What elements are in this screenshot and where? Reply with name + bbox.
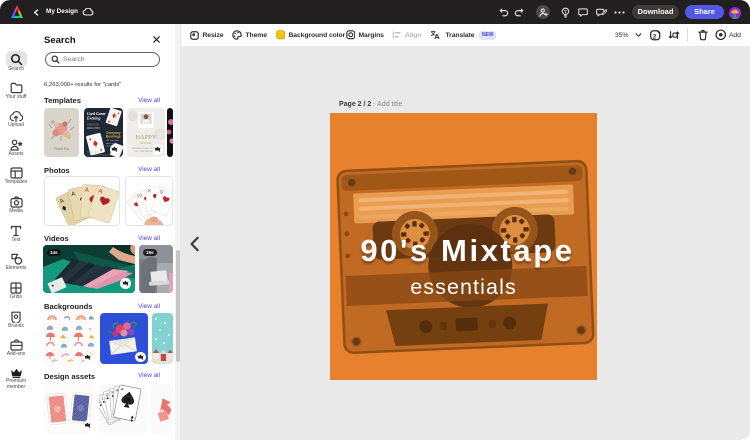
- svg-text:Card Game: Card Game: [87, 112, 106, 116]
- svg-text:Bookings: Bookings: [106, 134, 121, 138]
- svg-text:Evening: Evening: [86, 116, 100, 120]
- svg-text:Birthday: Birthday: [140, 141, 152, 145]
- svg-text:HAPPY: HAPPY: [136, 134, 157, 141]
- svg-text:A: A: [434, 32, 440, 40]
- svg-text:Thank You: Thank You: [54, 147, 69, 151]
- svg-text:A: A: [84, 188, 88, 194]
- svg-text:2: 2: [653, 33, 657, 40]
- svg-text:WED | 8PM: WED | 8PM: [87, 127, 99, 130]
- svg-text:www.cardsevening.xyz.com: www.cardsevening.xyz.com: [87, 154, 112, 156]
- svg-text:VIP card room: VIP card room: [106, 140, 119, 142]
- svg-text:book a game: book a game: [87, 151, 99, 153]
